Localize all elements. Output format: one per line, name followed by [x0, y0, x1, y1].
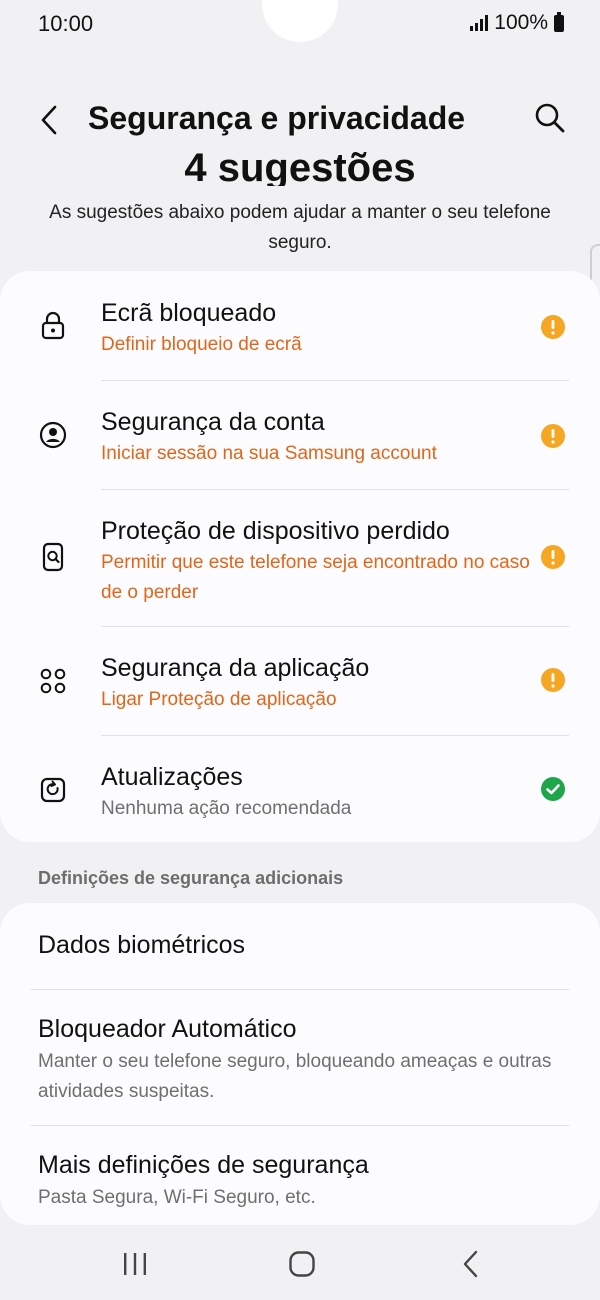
nav-back-button[interactable] [446, 1244, 496, 1284]
suggestion-subtitle: Definir bloqueio de ecrã [101, 334, 302, 355]
status-time: 10:00 [38, 11, 94, 36]
suggestions-description: As sugestões abaixo podem ajudar a mante… [49, 202, 551, 253]
page-title: Segurança e privacidade [88, 100, 466, 136]
warning-icon [541, 315, 565, 339]
suggestion-row-lost-device[interactable]: Proteção de dispositivo perdido Permitir… [0, 489, 600, 626]
back-button[interactable] [34, 98, 64, 142]
battery-icon [554, 11, 564, 32]
suggestion-subtitle: Ligar Proteção de aplicação [101, 689, 337, 710]
account-icon [39, 421, 67, 449]
warning-icon [541, 424, 565, 448]
signal-icon [470, 15, 489, 31]
section-label-additional: Definições de segurança adicionais [38, 868, 344, 888]
battery-percent: 100% [494, 11, 548, 34]
settings-item-biometrics[interactable]: Dados biométricos [0, 903, 600, 989]
back-icon [463, 1250, 478, 1278]
navigation-bar [0, 1230, 600, 1300]
check-icon [541, 777, 565, 801]
suggestion-subtitle: Permitir que este telefone seja encontra… [101, 552, 530, 603]
suggestions-card: Ecrã bloqueado Definir bloqueio de ecrã … [0, 271, 600, 842]
search-button[interactable] [532, 100, 568, 136]
recents-button[interactable] [110, 1244, 160, 1284]
warning-icon [541, 668, 565, 692]
suggestions-heading: 4 sugestões [184, 146, 416, 186]
suggestion-row-app-security[interactable]: Segurança da aplicação Ligar Proteção de… [0, 626, 600, 735]
suggestion-row-account[interactable]: Segurança da conta Iniciar sessão na sua… [0, 380, 600, 489]
settings-item-auto-blocker[interactable]: Bloqueador Automático Manter o seu telef… [0, 989, 600, 1125]
chevron-left-icon [41, 105, 57, 135]
home-icon [289, 1251, 315, 1277]
apps-icon [40, 668, 66, 694]
suggestion-subtitle: Nenhuma ação recomendada [101, 798, 352, 819]
suggestion-title: Ecrã bloqueado [101, 299, 277, 327]
additional-settings-card: Dados biométricos Bloqueador Automático … [0, 903, 600, 1225]
suggestion-subtitle: Iniciar sessão na sua Samsung account [101, 443, 437, 464]
warning-icon [541, 545, 565, 569]
settings-item-title: Bloqueador Automático [38, 1015, 297, 1043]
search-icon [535, 103, 565, 133]
update-icon [40, 777, 66, 803]
settings-item-more-security[interactable]: Mais definições de segurança Pasta Segur… [0, 1125, 600, 1225]
lock-icon [41, 311, 65, 340]
status-bar: 10:00 100% [0, 0, 600, 46]
suggestion-title: Atualizações [101, 763, 243, 791]
home-button[interactable] [277, 1244, 327, 1284]
suggestion-row-lock-screen[interactable]: Ecrã bloqueado Definir bloqueio de ecrã [0, 271, 600, 380]
suggestion-title: Proteção de dispositivo perdido [101, 517, 450, 545]
status-right: 100% [470, 11, 564, 35]
camera-notch [262, 0, 338, 42]
settings-item-subtitle: Pasta Segura, Wi-Fi Seguro, etc. [38, 1187, 316, 1208]
recents-icon [124, 1253, 146, 1275]
settings-item-title: Mais definições de segurança [38, 1151, 369, 1179]
screen: 10:00 100% Segurança e privacidade 4 sug… [0, 0, 600, 1300]
suggestion-row-updates[interactable]: Atualizações Nenhuma ação recomendada [0, 735, 600, 842]
settings-item-title: Dados biométricos [38, 931, 246, 959]
find-device-icon [42, 542, 64, 572]
suggestion-title: Segurança da aplicação [101, 654, 370, 682]
settings-item-subtitle: Manter o seu telefone seguro, bloqueando… [38, 1051, 552, 1102]
suggestion-title: Segurança da conta [101, 408, 325, 436]
